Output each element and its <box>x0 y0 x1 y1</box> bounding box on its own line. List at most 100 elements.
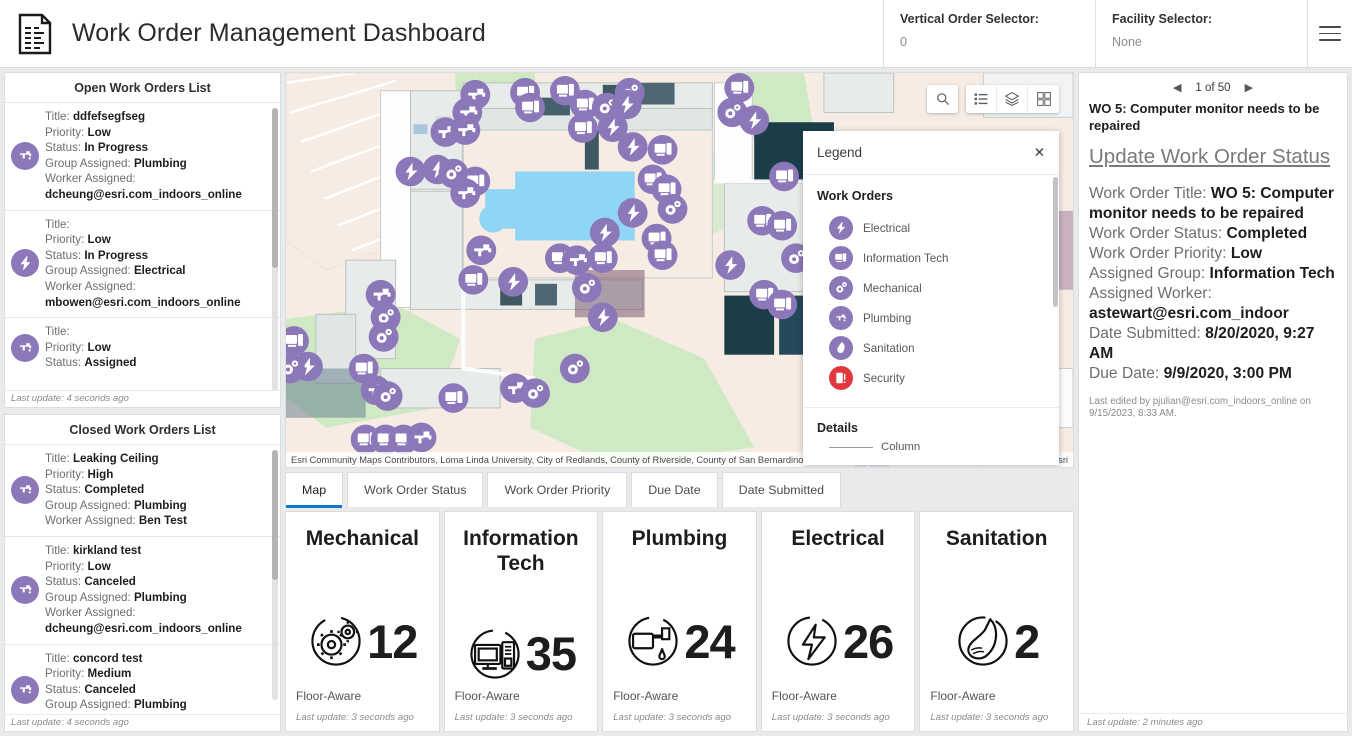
stat-title: Sanitation <box>938 526 1056 551</box>
vertical-order-selector-label: Vertical Order Selector: <box>900 12 1095 26</box>
stat-card-electrical[interactable]: Electrical 26 Floor-Aware Last update: 3… <box>761 511 916 732</box>
map-widget-group <box>966 85 1059 113</box>
legend-section-title: Work Orders <box>803 189 1059 213</box>
stat-value: 12 <box>367 618 417 665</box>
scrollbar[interactable] <box>272 450 278 700</box>
tab-due-date[interactable]: Due Date <box>631 472 717 507</box>
stat-title: Electrical <box>783 526 892 551</box>
center-column: Legend ✕ Work Orders Electrical <box>285 72 1074 732</box>
open-work-orders-title: Open Work Orders List <box>5 73 280 102</box>
details-heading: WO 5: Computer monitor needs to be repai… <box>1089 100 1337 134</box>
legend-line-swatch <box>829 447 873 448</box>
stat-value-row: 24 <box>603 551 756 731</box>
legend-scrollbar[interactable] <box>1053 177 1058 463</box>
stat-card-plumbing[interactable]: Plumbing 24 Floor-Aware <box>602 511 757 732</box>
update-work-order-status-link[interactable]: Update Work Order Status <box>1089 144 1337 170</box>
map-legend-button[interactable] <box>966 85 997 113</box>
work-order-details-widget: ◀ 1 of 50 ▶ WO 5: Computer monitor needs… <box>1078 72 1348 732</box>
details-body: WO 5: Computer monitor needs to be repai… <box>1079 98 1347 731</box>
tab-map[interactable]: Map <box>285 472 343 507</box>
mechanical-icon <box>829 276 853 300</box>
tab-work-order-priority[interactable]: Work Order Priority <box>487 472 627 507</box>
hamburger-menu-icon <box>1319 26 1341 41</box>
plumbing-icon <box>624 612 682 670</box>
list-item[interactable]: Title: ddfefsegfseg Priority: Low Status… <box>5 102 280 210</box>
legend-panel[interactable]: Legend ✕ Work Orders Electrical <box>803 131 1059 465</box>
plumbing-icon <box>829 306 853 330</box>
information-tech-icon <box>466 625 524 683</box>
list-item[interactable]: Title: Priority: Low Status: In Progress… <box>5 210 280 318</box>
vertical-order-selector-value: 0 <box>900 35 1095 49</box>
stat-value-row: 26 <box>762 551 915 731</box>
stat-card-information-tech[interactable]: Information Tech <box>444 511 599 732</box>
electrical-icon <box>11 249 39 277</box>
stat-card-mechanical[interactable]: Mechanical 12 <box>285 511 440 732</box>
closed-work-orders-title: Closed Work Orders List <box>5 415 280 444</box>
list-item[interactable]: Title: kirkland test Priority: Low Statu… <box>5 536 280 644</box>
plumbing-icon <box>11 334 39 362</box>
close-icon[interactable]: ✕ <box>1034 146 1045 160</box>
stat-title: Information Tech <box>445 526 598 576</box>
list-item[interactable]: Title: Leaking Ceiling Priority: High St… <box>5 444 280 536</box>
app-header: Work Order Management Dashboard Vertical… <box>0 0 1352 68</box>
map-widget[interactable]: Legend ✕ Work Orders Electrical <box>285 72 1074 468</box>
legend-body[interactable]: Work Orders Electrical Information Tec <box>803 175 1059 465</box>
dashboard-body: Open Work Orders List Title: ddfefsegfse… <box>0 68 1352 736</box>
list-item-text: Title: Priority: Low Status: Assigned <box>45 324 137 371</box>
legend-entry-label: Information Tech <box>863 252 949 265</box>
legend-entry-label: Sanitation <box>863 342 915 355</box>
stat-value-row: 12 <box>286 551 439 731</box>
facility-selector[interactable]: Facility Selector: None <box>1095 0 1307 67</box>
plumbing-icon <box>11 576 39 604</box>
open-work-orders-widget: Open Work Orders List Title: ddfefsegfse… <box>4 72 281 408</box>
page-title: Work Order Management Dashboard <box>72 19 486 48</box>
scrollbar[interactable] <box>272 108 278 394</box>
header-brand: Work Order Management Dashboard <box>0 0 883 67</box>
legend-entry-label: Security <box>863 372 905 385</box>
closed-work-orders-scroll[interactable]: Title: Leaking Ceiling Priority: High St… <box>5 444 280 731</box>
stat-value: 26 <box>843 618 893 665</box>
stat-cards: Mechanical 12 <box>285 511 1074 732</box>
legend-entry-sanitation: Sanitation <box>803 333 1059 363</box>
tab-date-submitted[interactable]: Date Submitted <box>722 472 841 507</box>
stat-footer: Last update: 3 seconds ago <box>613 712 731 723</box>
closed-work-orders-widget: Closed Work Orders List Title: Leaking C… <box>4 414 281 732</box>
search-icon <box>935 91 951 107</box>
details-pager: ◀ 1 of 50 ▶ <box>1079 73 1347 98</box>
legend-entry-security: Security <box>803 363 1059 393</box>
map-basemap-gallery-button[interactable] <box>1028 85 1059 113</box>
plumbing-icon <box>11 142 39 170</box>
open-work-orders-scroll[interactable]: Title: ddfefsegfseg Priority: Low Status… <box>5 102 280 407</box>
legend-details-entry-label: Column <box>881 441 920 453</box>
map-search-button[interactable] <box>927 85 958 113</box>
menu-button[interactable] <box>1307 0 1352 67</box>
legend-entry-label: Mechanical <box>863 282 922 295</box>
basemap-gallery-icon <box>1036 91 1052 107</box>
legend-entry-mechanical: Mechanical <box>803 273 1059 303</box>
list-item[interactable]: Title: Priority: Low Status: Assigned <box>5 317 280 378</box>
legend-entry-electrical: Electrical <box>803 213 1059 243</box>
stat-footer: Last update: 3 seconds ago <box>296 712 414 723</box>
stat-subtitle: Floor-Aware <box>296 689 361 703</box>
legend-header: Legend ✕ <box>803 131 1059 175</box>
legend-entry-information-tech: Information Tech <box>803 243 1059 273</box>
mechanical-icon <box>307 612 365 670</box>
vertical-order-selector[interactable]: Vertical Order Selector: 0 <box>883 0 1095 67</box>
list-item-text: Title: ddfefsegfseg Priority: Low Status… <box>45 109 268 203</box>
map-layers-button[interactable] <box>997 85 1028 113</box>
stat-subtitle: Floor-Aware <box>930 689 995 703</box>
stat-value-row: 2 <box>920 551 1073 731</box>
stat-value: 2 <box>1014 618 1039 665</box>
stat-subtitle: Floor-Aware <box>455 689 520 703</box>
chevron-right-icon[interactable]: ▶ <box>1245 81 1253 94</box>
plumbing-icon <box>11 476 39 504</box>
tab-work-order-status[interactable]: Work Order Status <box>347 472 483 507</box>
chevron-left-icon[interactable]: ◀ <box>1173 81 1181 94</box>
stat-title: Mechanical <box>298 526 427 551</box>
layers-icon <box>1004 91 1020 107</box>
list-item-text: Title: Leaking Ceiling Priority: High St… <box>45 451 187 529</box>
details-fields: Work Order Title: WO 5: Computer monitor… <box>1089 184 1337 384</box>
legend-details-entry: Column <box>803 441 1059 453</box>
facility-selector-label: Facility Selector: <box>1112 12 1307 26</box>
stat-card-sanitation[interactable]: Sanitation 2 Floor-Aware Last update: 3 <box>919 511 1074 732</box>
